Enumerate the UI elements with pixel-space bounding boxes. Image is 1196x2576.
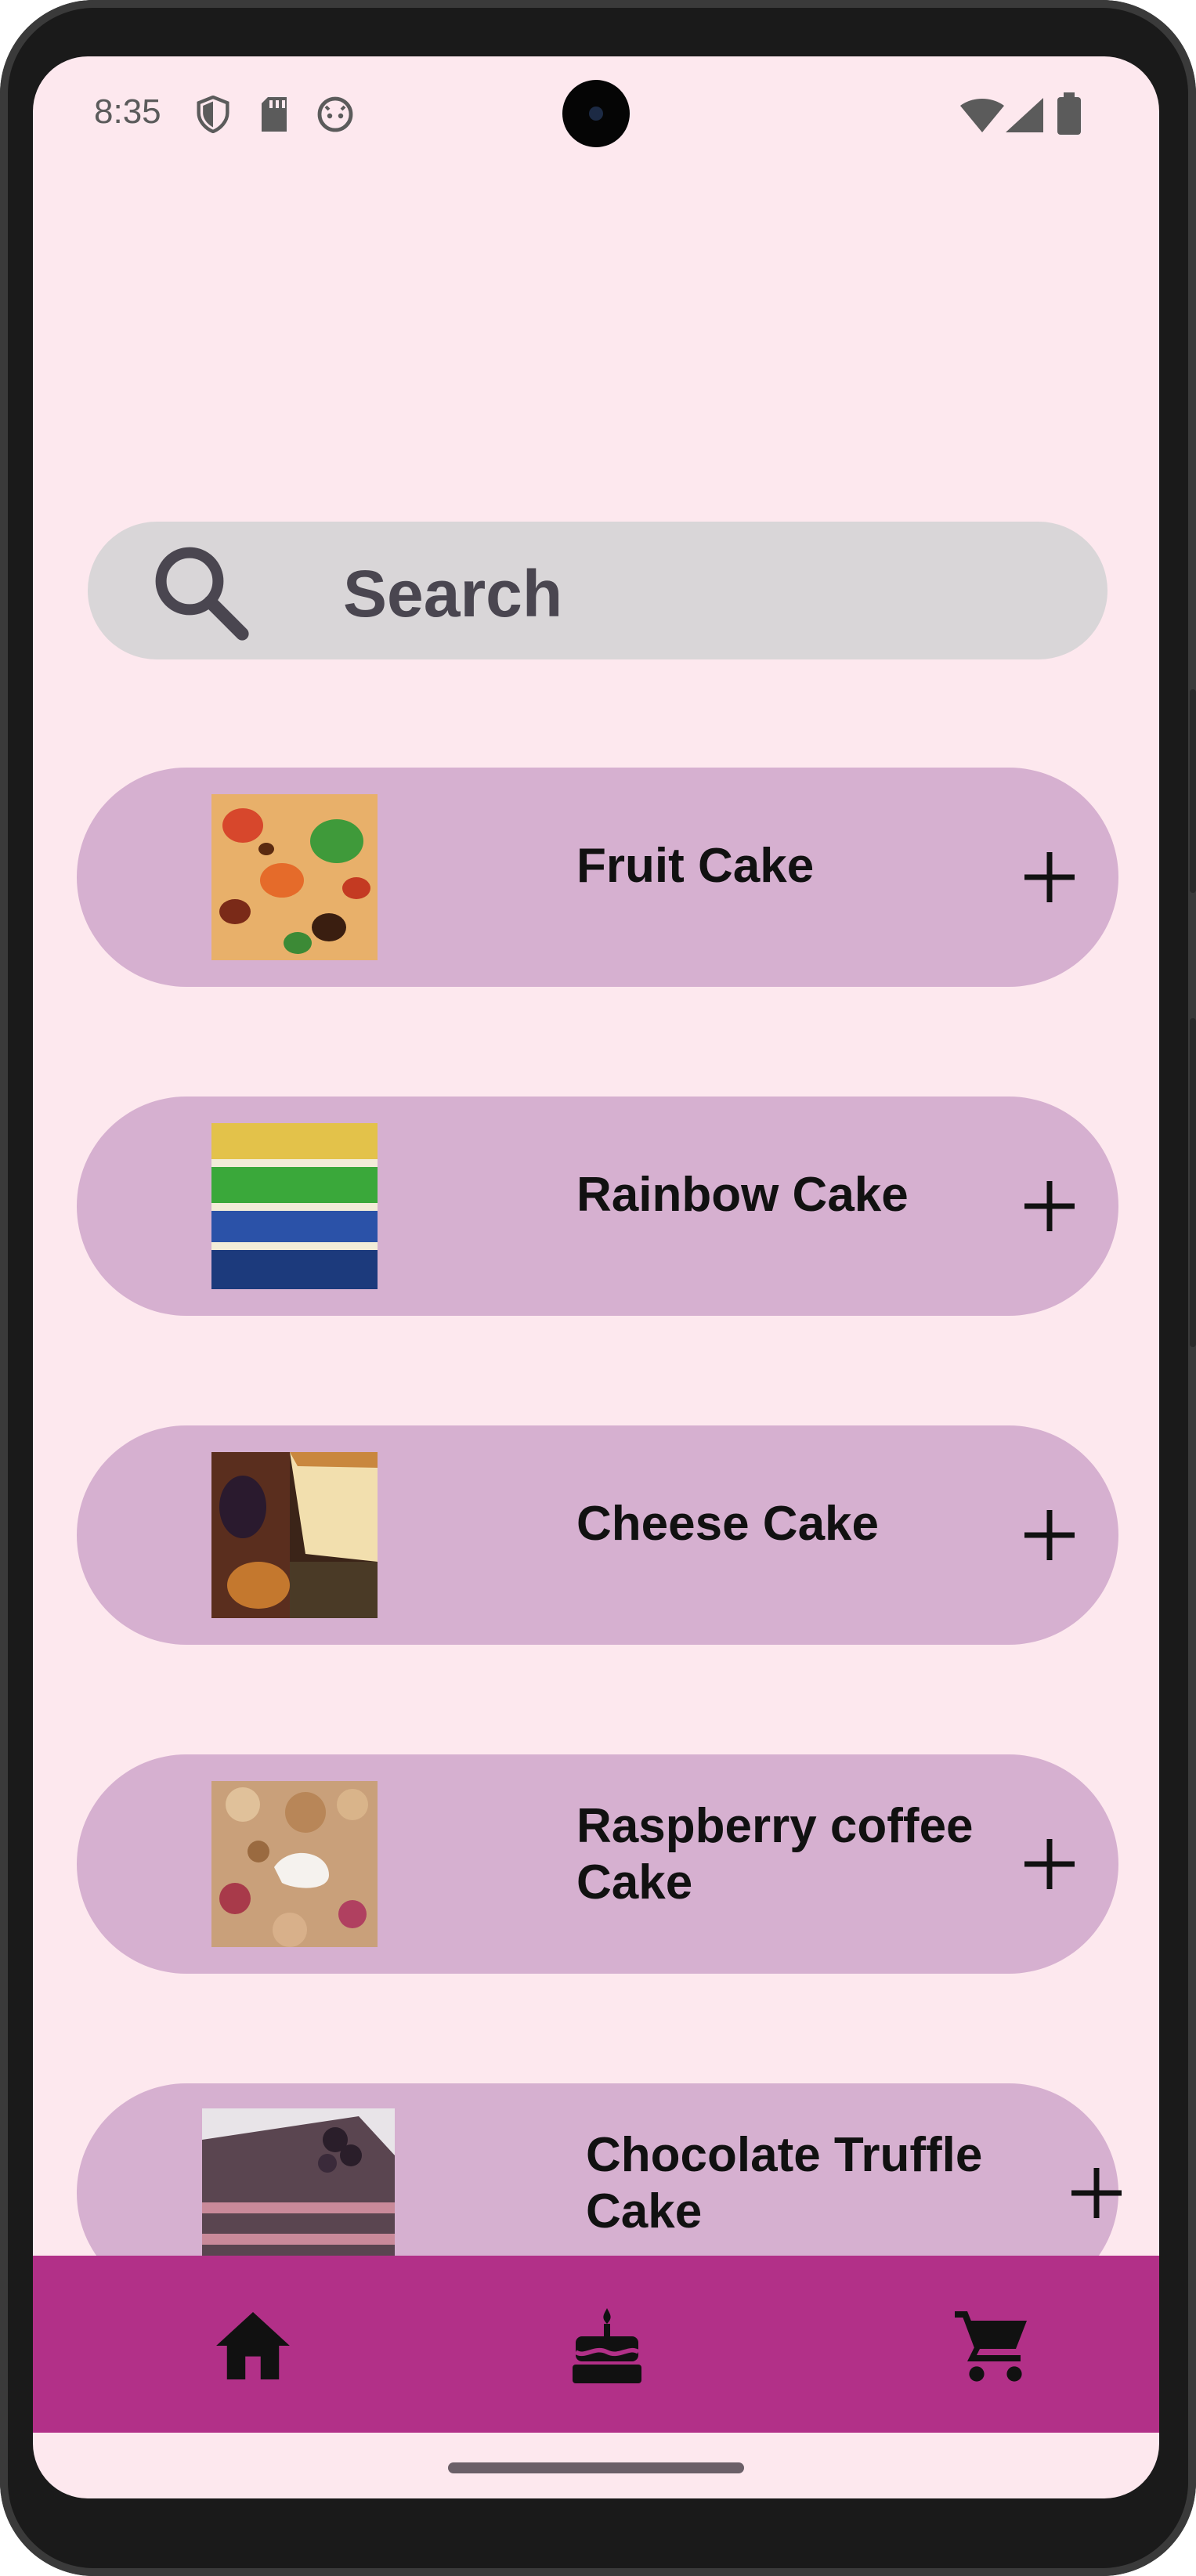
cake-icon [573,2308,641,2383]
battery-icon [1057,92,1081,139]
status-time: 8:35 [94,92,161,131]
search-icon [155,547,249,641]
cake-name: Chocolate Truffle Cake [586,2128,983,2238]
android-head-icon [316,96,354,137]
plus-icon[interactable] [1018,1175,1081,1237]
cart-icon [955,2311,1027,2382]
app-screen: 8:35 Search Fruit Cake Rainbow Cake Chee… [33,56,1159,2498]
signal-icon [1006,97,1043,137]
cake-name: Raspberry coffee Cake [576,1799,974,1909]
cake-card[interactable]: Cheese Cake [77,1425,1118,1645]
cake-name: Rainbow Cake [576,1168,909,1222]
shield-icon [196,95,230,137]
plus-icon[interactable] [1018,1504,1081,1566]
cake-image [211,794,378,960]
cake-image [211,1781,378,1947]
status-bar: 8:35 [33,56,1159,174]
wifi-icon [960,97,1004,137]
power-button [1190,689,1196,893]
plus-icon[interactable] [1018,1833,1081,1895]
cake-image [211,1452,378,1618]
front-camera [562,80,630,147]
cake-name: Cheese Cake [576,1497,880,1551]
plus-icon[interactable] [1065,2162,1128,2224]
home-icon [216,2312,290,2379]
cake-name: Fruit Cake [576,839,815,893]
nav-home[interactable] [202,2295,304,2397]
search-bar[interactable]: Search [88,522,1107,659]
volume-button [1190,1018,1196,1347]
home-indicator[interactable] [448,2462,744,2473]
cake-card[interactable]: Raspberry coffee Cake [77,1754,1118,1974]
bottom-nav [33,2256,1159,2433]
cake-card[interactable]: Rainbow Cake [77,1097,1118,1316]
cake-image [211,1123,378,1289]
search-input[interactable]: Search [343,556,562,632]
nav-cart[interactable] [941,2295,1043,2397]
sd-card-icon [258,96,290,137]
nav-cakes[interactable] [556,2295,658,2397]
plus-icon[interactable] [1018,846,1081,909]
cake-card[interactable]: Fruit Cake [77,768,1118,987]
